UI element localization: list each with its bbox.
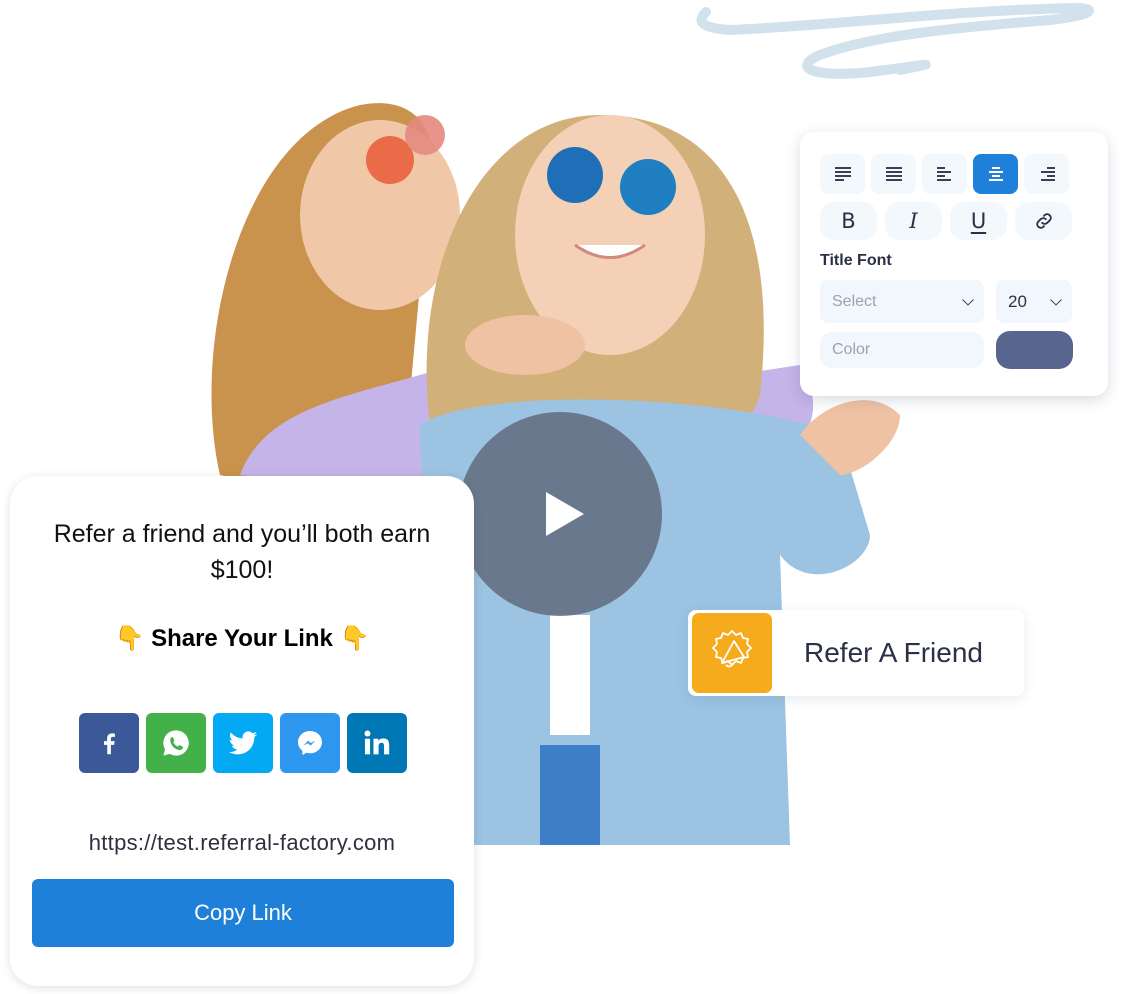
text-style-toolbar: B I U <box>820 202 1072 240</box>
font-size-value: 20 <box>1008 291 1027 311</box>
insert-link-button[interactable] <box>1015 202 1072 240</box>
video-play-button[interactable] <box>458 412 662 616</box>
decorative-swirl <box>696 2 1094 79</box>
font-size-select[interactable]: 20 <box>996 280 1072 323</box>
bold-button[interactable]: B <box>820 202 877 240</box>
copy-link-button[interactable]: Copy Link <box>32 879 454 947</box>
referral-link-text[interactable]: https://test.referral-factory.com <box>10 830 474 856</box>
twitter-icon <box>228 731 258 755</box>
text-format-panel: B I U Title Font Select 20 Color <box>800 132 1108 396</box>
share-linkedin-button[interactable] <box>347 713 407 773</box>
color-input[interactable]: Color <box>820 332 984 368</box>
italic-button[interactable]: I <box>885 202 942 240</box>
refer-badge-icon-box <box>692 613 772 693</box>
refer-badge-label: Refer A Friend <box>804 637 983 668</box>
whatsapp-icon <box>163 730 189 756</box>
underline-button[interactable]: U <box>950 202 1007 240</box>
chevron-down-icon <box>962 293 974 306</box>
share-title-text: Share Your Link <box>151 625 333 652</box>
align-center-button[interactable] <box>973 154 1018 194</box>
megaphone-icon <box>712 630 752 668</box>
color-placeholder: Color <box>832 341 871 358</box>
justify-icon <box>885 167 902 181</box>
share-twitter-button[interactable] <box>213 713 273 773</box>
font-family-select[interactable]: Select <box>820 280 984 323</box>
play-icon <box>546 492 584 536</box>
align-left-button[interactable] <box>922 154 967 194</box>
messenger-icon <box>298 731 322 755</box>
social-share-buttons <box>79 713 407 773</box>
pointing-down-icon: 👇 <box>114 625 145 652</box>
share-facebook-button[interactable] <box>79 713 139 773</box>
font-select-placeholder: Select <box>832 292 877 310</box>
align-left-justify-button[interactable] <box>820 154 865 194</box>
justify-button[interactable] <box>871 154 916 194</box>
share-your-link-title: 👇 Share Your Link 👇 <box>10 624 474 653</box>
alignment-toolbar <box>820 154 1069 194</box>
referral-widget-card: Refer a friend and you’ll both earn $100… <box>10 476 474 986</box>
chevron-down-icon <box>1050 293 1062 306</box>
align-right-button[interactable] <box>1024 154 1069 194</box>
align-right-icon <box>1040 167 1055 181</box>
refer-a-friend-button[interactable]: Refer A Friend <box>688 610 1024 696</box>
align-left-icon <box>834 167 851 181</box>
align-left-short-icon <box>936 167 951 181</box>
reward-headline: Refer a friend and you’ll both earn $100… <box>53 520 431 584</box>
share-messenger-button[interactable] <box>280 713 340 773</box>
align-center-icon <box>988 167 1003 181</box>
color-swatch-button[interactable] <box>996 331 1073 369</box>
title-font-label: Title Font <box>820 252 892 269</box>
linkedin-icon <box>364 730 390 755</box>
pointing-down-icon: 👇 <box>339 625 370 652</box>
facebook-icon <box>104 733 115 755</box>
link-icon <box>1035 213 1052 229</box>
share-whatsapp-button[interactable] <box>146 713 206 773</box>
